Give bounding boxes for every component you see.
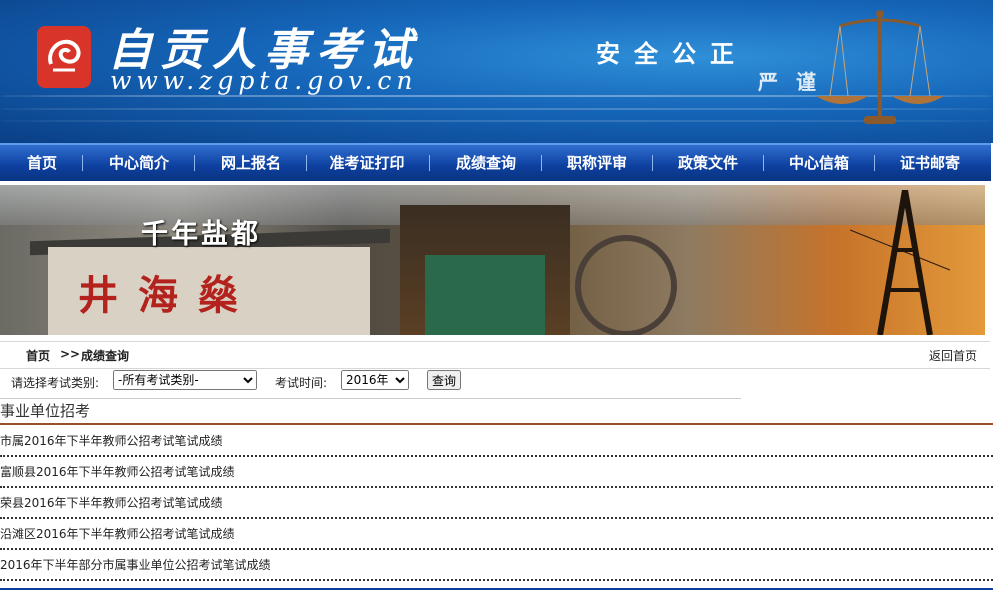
- category-select[interactable]: -所有考试类别-: [113, 370, 257, 390]
- nav-item-policy[interactable]: 政策文件: [662, 145, 754, 181]
- nav-divider: [306, 155, 307, 171]
- list-item: 富顺县2016年下半年教师公招考试笔试成绩: [0, 457, 993, 488]
- result-link[interactable]: 富顺县2016年下半年教师公招考试笔试成绩: [0, 463, 235, 480]
- site-header: 自贡人事考试 www.zgpta.gov.cn 安全公正 严谨: [0, 0, 993, 143]
- header-motto: 安全公正: [596, 40, 748, 68]
- nav-item-admission-ticket[interactable]: 准考证打印: [318, 145, 416, 181]
- nav-item-register[interactable]: 网上报名: [205, 145, 297, 181]
- banner-sign-text: 井海燊: [78, 272, 258, 319]
- result-link[interactable]: 2016年下半年部分市属事业单位公招考试笔试成绩: [0, 556, 271, 573]
- nav-item-score-query[interactable]: 成绩查询: [440, 145, 532, 181]
- result-link[interactable]: 沿滩区2016年下半年教师公招考试笔试成绩: [0, 525, 235, 542]
- breadcrumb-current: 成绩查询: [81, 349, 130, 363]
- justice-scale-icon: [816, 10, 944, 124]
- results-list: 市属2016年下半年教师公招考试笔试成绩 富顺县2016年下半年教师公招考试笔试…: [0, 426, 993, 581]
- list-item: 荣县2016年下半年教师公招考试笔试成绩: [0, 488, 993, 519]
- year-select[interactable]: 2016年: [341, 370, 409, 390]
- section-title: 事业单位招考: [0, 402, 91, 420]
- section-divider: [0, 423, 993, 425]
- filter-divider: [0, 398, 741, 399]
- logo-seal-icon: [37, 26, 91, 88]
- nav-divider: [763, 155, 764, 171]
- nav-divider: [541, 155, 542, 171]
- query-button[interactable]: 查询: [427, 370, 462, 390]
- result-link[interactable]: 荣县2016年下半年教师公招考试笔试成绩: [0, 494, 223, 511]
- list-item: 2016年下半年部分市属事业单位公招考试笔试成绩: [0, 550, 993, 581]
- nav-item-title-review[interactable]: 职称评审: [551, 145, 643, 181]
- time-label: 考试时间:: [275, 376, 328, 390]
- banner-image: 千年盐都 井海燊: [0, 185, 985, 335]
- breadcrumb-home-link[interactable]: 首页: [26, 347, 50, 364]
- exam-filter-form: 请选择考试类别: -所有考试类别- 考试时间: 2016年 查询: [0, 370, 998, 396]
- result-link[interactable]: 市属2016年下半年教师公招考试笔试成绩: [0, 432, 223, 449]
- main-nav: 首页 中心简介 网上报名 准考证打印 成绩查询 职称评审 政策文件 中心信箱 证…: [0, 143, 991, 181]
- nav-divider: [429, 155, 430, 171]
- nav-item-certificate-mail[interactable]: 证书邮寄: [884, 145, 976, 181]
- breadcrumb: 首页 >> 成绩查询 返回首页: [0, 341, 990, 369]
- list-item: 沿滩区2016年下半年教师公招考试笔试成绩: [0, 519, 993, 550]
- breadcrumb-separator: >>: [60, 347, 81, 361]
- nav-divider: [82, 155, 83, 171]
- nav-divider: [874, 155, 875, 171]
- banner-gate: [425, 255, 545, 335]
- nav-divider: [194, 155, 195, 171]
- category-label: 请选择考试类别:: [11, 376, 100, 390]
- footer-divider: [0, 588, 993, 590]
- nav-divider: [652, 155, 653, 171]
- banner-wheel: [575, 235, 677, 335]
- nav-item-about[interactable]: 中心简介: [93, 145, 185, 181]
- nav-item-home[interactable]: 首页: [10, 145, 74, 181]
- list-item: 市属2016年下半年教师公招考试笔试成绩: [0, 426, 993, 457]
- nav-item-mailbox[interactable]: 中心信箱: [773, 145, 865, 181]
- back-home-link[interactable]: 返回首页: [929, 347, 977, 364]
- site-url: www.zgpta.gov.cn: [110, 66, 418, 95]
- banner-caption: 千年盐都: [141, 219, 261, 250]
- banner-derrick-icon: [850, 190, 950, 335]
